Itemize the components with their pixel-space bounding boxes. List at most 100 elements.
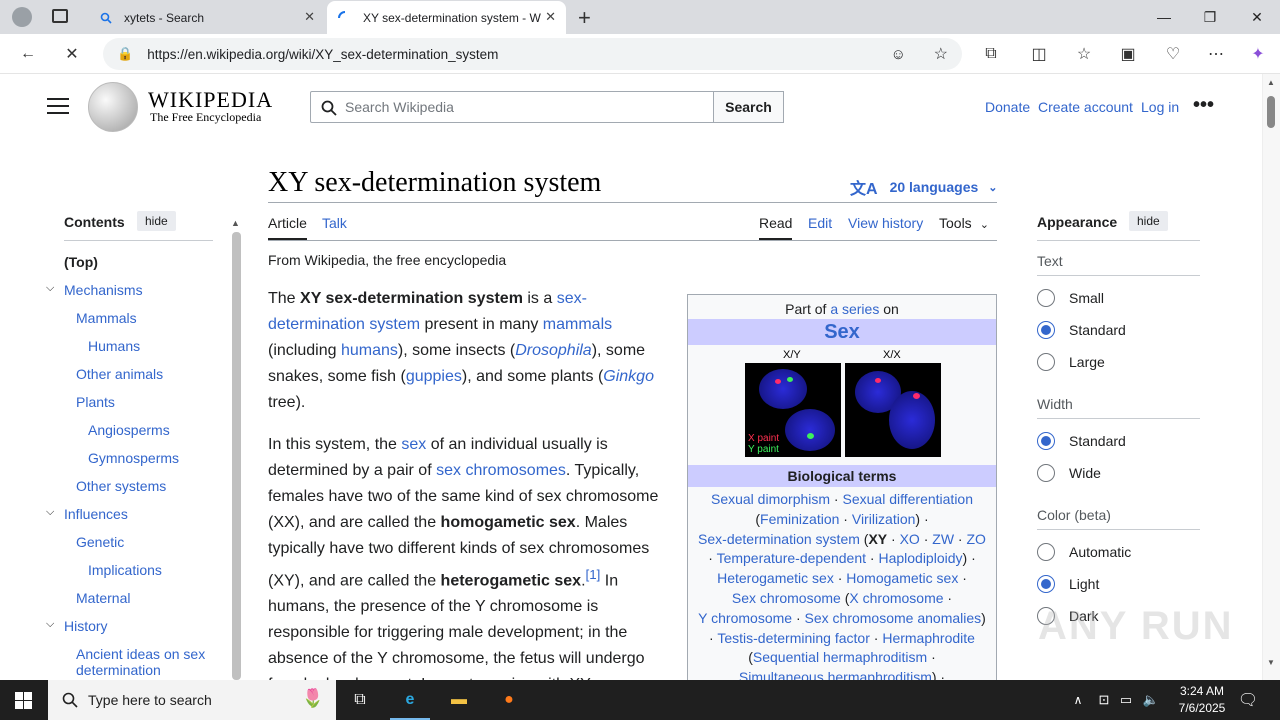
radio-color-light[interactable]: Light (1037, 574, 1099, 594)
link-a-series[interactable]: a series (830, 301, 879, 317)
link-sex-chromosome-anomalies[interactable]: Sex chromosome anomalies (805, 610, 982, 626)
tab-read[interactable]: Read (759, 215, 792, 231)
radio-text-large[interactable]: Large (1037, 352, 1105, 372)
show-hidden-icons-icon[interactable]: ∧ (1066, 688, 1090, 712)
settings-more-icon[interactable]: ⋯ (1203, 42, 1229, 66)
toc-scrollbar[interactable] (232, 232, 241, 680)
close-window-icon[interactable]: ✕ (1234, 0, 1280, 34)
copilot-icon[interactable]: ✦ (1245, 42, 1271, 66)
firefox-icon[interactable]: ● (497, 688, 521, 712)
link-mammals[interactable]: mammals (543, 316, 612, 333)
search-button[interactable]: Search (713, 91, 784, 123)
network-icon[interactable]: ⊡ (1092, 688, 1116, 712)
read-aloud-icon[interactable]: ☺ (891, 46, 906, 63)
toc-item-mammals[interactable]: Mammals (76, 310, 137, 326)
new-tab-button[interactable]: + (578, 5, 591, 31)
toc-item-genetic[interactable]: Genetic (76, 534, 124, 550)
link-sexual-differentiation[interactable]: Sexual differentiation (843, 491, 974, 507)
favorites-icon[interactable]: ☆ (1071, 42, 1097, 66)
tab-search[interactable]: xytets - Search ✕ (88, 1, 325, 34)
link-simultaneous-hermaphroditism[interactable]: Simultaneous hermaphroditism (739, 669, 932, 680)
link-sequential-hermaphroditism[interactable]: Sequential hermaphroditism (753, 649, 927, 665)
tab-view-history[interactable]: View history (848, 215, 923, 231)
toc-item-other-animals[interactable]: Other animals (76, 366, 163, 382)
scroll-down-icon[interactable]: ▼ (1267, 658, 1275, 667)
scroll-up-icon[interactable]: ▲ (1267, 78, 1275, 87)
tools-menu[interactable]: Tools ⌄ (939, 215, 989, 231)
link-virilization[interactable]: Virilization (852, 511, 916, 527)
toc-collapse-icon[interactable]: ⌵ (46, 506, 54, 519)
link-testis-determining-factor[interactable]: Testis-determining factor (717, 630, 870, 646)
citation-1[interactable]: [1] (586, 567, 601, 582)
toc-item-other-systems[interactable]: Other systems (76, 478, 166, 494)
extensions-icon[interactable]: ⧉ (978, 42, 1004, 66)
profile-icon[interactable] (12, 7, 32, 27)
link-sex[interactable]: sex (401, 436, 426, 453)
toc-scroll-up-icon[interactable]: ▲ (231, 218, 240, 228)
file-explorer-icon[interactable]: ▬ (447, 688, 471, 712)
link-sexual-dimorphism[interactable]: Sexual dimorphism (711, 491, 830, 507)
toc-item-history[interactable]: History (64, 618, 108, 634)
create-account-link[interactable]: Create account (1038, 99, 1133, 115)
link-drosophila[interactable]: Drosophila (515, 342, 591, 359)
login-link[interactable]: Log in (1141, 99, 1179, 115)
back-icon[interactable]: ← (15, 42, 41, 66)
toc-item-maternal[interactable]: Maternal (76, 590, 130, 606)
link-y-chromosome[interactable]: Y chromosome (698, 610, 792, 626)
link-ginkgo[interactable]: Ginkgo (603, 368, 654, 385)
close-tab-icon[interactable]: ✕ (304, 9, 315, 25)
link-heterogametic-sex[interactable]: Heterogametic sex (717, 570, 834, 586)
task-view-icon[interactable]: ⧉ (348, 688, 372, 712)
link-haplodiploidy[interactable]: Haplodiploidy (878, 550, 962, 566)
system-clock[interactable]: 3:24 AM 7/6/2025 (1172, 683, 1232, 717)
tab-actions-icon[interactable] (52, 9, 68, 23)
toc-item-plants[interactable]: Plants (76, 394, 115, 410)
karyotype-image-xy[interactable]: X paint Y paint (745, 363, 841, 457)
link-sex-series[interactable]: Sex (824, 321, 860, 343)
toc-item-ancient-ideas[interactable]: Ancient ideas on sex determination (76, 646, 216, 678)
appearance-hide-button[interactable]: hide (1129, 211, 1168, 231)
collections-icon[interactable]: ▣ (1115, 42, 1141, 66)
tab-edit[interactable]: Edit (808, 215, 832, 231)
radio-text-standard[interactable]: Standard (1037, 320, 1126, 340)
link-zo[interactable]: ZO (967, 531, 986, 547)
toc-item-humans[interactable]: Humans (88, 338, 140, 354)
radio-width-wide[interactable]: Wide (1037, 463, 1101, 483)
notifications-icon[interactable]: 🗨 (1236, 688, 1260, 712)
toc-collapse-icon[interactable]: ⌵ (46, 618, 54, 631)
toc-hide-button[interactable]: hide (137, 211, 176, 231)
user-menu-icon[interactable]: ••• (1193, 94, 1214, 117)
toc-item-angiosperms[interactable]: Angiosperms (88, 422, 170, 438)
tab-talk[interactable]: Talk (322, 215, 347, 231)
tab-wikipedia[interactable]: XY sex-determination system - W ✕ (327, 1, 566, 34)
stop-loading-icon[interactable]: ✕ (59, 42, 85, 66)
link-humans[interactable]: humans (341, 342, 398, 359)
link-zw[interactable]: ZW (932, 531, 954, 547)
link-sex-determination-system-ib[interactable]: Sex-determination system (698, 531, 860, 547)
link-sex-chromosomes[interactable]: sex chromosomes (436, 462, 566, 479)
toc-item-influences[interactable]: Influences (64, 506, 128, 522)
search-input[interactable]: Search Wikipedia (310, 91, 714, 123)
link-guppies[interactable]: guppies (406, 368, 462, 385)
link-xo[interactable]: XO (900, 531, 920, 547)
link-temperature-dependent[interactable]: Temperature-dependent (717, 550, 866, 566)
language-button[interactable]: 文A 20 languages ⌄ (850, 175, 997, 199)
favorite-star-icon[interactable]: ☆ (934, 44, 948, 64)
page-scrollbar[interactable]: ▲ ▼ (1262, 74, 1280, 680)
taskbar-search-input[interactable]: Type here to search 🌷 (48, 680, 336, 720)
radio-color-automatic[interactable]: Automatic (1037, 542, 1131, 562)
toc-item-mechanisms[interactable]: Mechanisms (64, 282, 143, 298)
link-x-chromosome[interactable]: X chromosome (849, 590, 943, 606)
link-feminization[interactable]: Feminization (760, 511, 839, 527)
link-homogametic-sex[interactable]: Homogametic sex (846, 570, 958, 586)
site-info-icon[interactable]: 🔒 (117, 46, 133, 62)
toc-item-top[interactable]: (Top) (64, 254, 98, 270)
split-screen-icon[interactable]: ◫ (1026, 42, 1052, 66)
close-tab-icon[interactable]: ✕ (545, 9, 556, 25)
volume-icon[interactable]: 🔈 (1139, 688, 1163, 712)
donate-link[interactable]: Donate (985, 99, 1030, 115)
link-hermaphrodite[interactable]: Hermaphrodite (882, 630, 975, 646)
wikipedia-globe-logo[interactable] (88, 82, 138, 132)
browser-essentials-icon[interactable]: ♡ (1160, 42, 1186, 66)
link-sex-chromosome[interactable]: Sex chromosome (732, 590, 841, 606)
